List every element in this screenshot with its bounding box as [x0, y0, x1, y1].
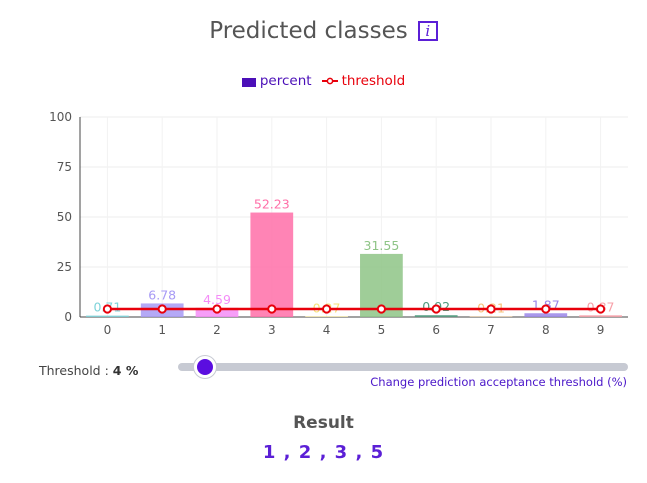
threshold-slider[interactable] — [178, 356, 628, 378]
x-tick-label: 8 — [542, 323, 550, 337]
y-tick-label: 100 — [49, 110, 72, 124]
legend-line-icon — [321, 77, 338, 85]
y-tick-label: 25 — [57, 260, 72, 274]
threshold-value: 4 % — [112, 363, 139, 378]
threshold-marker — [376, 304, 386, 314]
y-tick-label: 75 — [57, 160, 72, 174]
threshold-marker — [102, 304, 113, 314]
chart-legend: percent threshold — [0, 73, 647, 89]
x-tick-label: 2 — [213, 323, 221, 337]
x-tick-label: 0 — [104, 323, 112, 337]
x-tick-label: 7 — [487, 323, 495, 337]
legend-item-threshold[interactable]: threshold — [321, 73, 406, 89]
bar — [305, 316, 348, 317]
slider-hint: Change prediction acceptance threshold (… — [370, 375, 627, 389]
y-tick-label: 0 — [64, 310, 72, 324]
y-tick-label: 50 — [57, 210, 72, 224]
x-tick-label: 5 — [378, 323, 386, 337]
slider-thumb[interactable] — [194, 356, 216, 378]
bar-value-label: 52.23 — [254, 197, 290, 212]
x-tick-label: 4 — [323, 323, 331, 337]
legend-item-percent[interactable]: percent — [241, 73, 312, 89]
result-title: Result — [293, 413, 354, 433]
x-tick-label: 9 — [597, 323, 605, 337]
threshold-marker — [267, 304, 277, 314]
legend-label-percent: percent — [259, 73, 312, 89]
page-title: Predicted classes — [209, 18, 408, 44]
bar-value-label: 6.78 — [148, 287, 176, 302]
x-tick-label: 3 — [268, 323, 276, 337]
threshold-marker — [212, 304, 222, 314]
bar-chart: 02550751000.7106.7814.59252.2330.27431.5… — [49, 110, 628, 337]
threshold-marker — [596, 304, 606, 314]
bar — [579, 315, 622, 317]
title-row: Predicted classes i — [0, 18, 647, 44]
result-values: 1 , 2 , 3 , 5 — [262, 442, 385, 463]
threshold-marker — [431, 304, 441, 314]
x-tick-label: 6 — [432, 323, 440, 337]
info-icon[interactable]: i — [417, 21, 438, 41]
threshold-marker — [541, 304, 551, 314]
bar — [250, 212, 294, 317]
bar — [524, 313, 568, 317]
threshold-marker — [157, 304, 167, 314]
bar-value-label: 31.55 — [364, 238, 400, 253]
legend-label-threshold: threshold — [341, 73, 406, 89]
bar — [86, 315, 129, 317]
x-tick-label: 1 — [158, 323, 166, 337]
threshold-marker — [322, 304, 332, 314]
legend-swatch-percent — [241, 77, 256, 87]
threshold-marker — [486, 304, 496, 314]
threshold-label-text: Threshold : — [39, 363, 109, 378]
threshold-label: Threshold : 4 % — [39, 363, 138, 378]
bar — [414, 315, 458, 317]
